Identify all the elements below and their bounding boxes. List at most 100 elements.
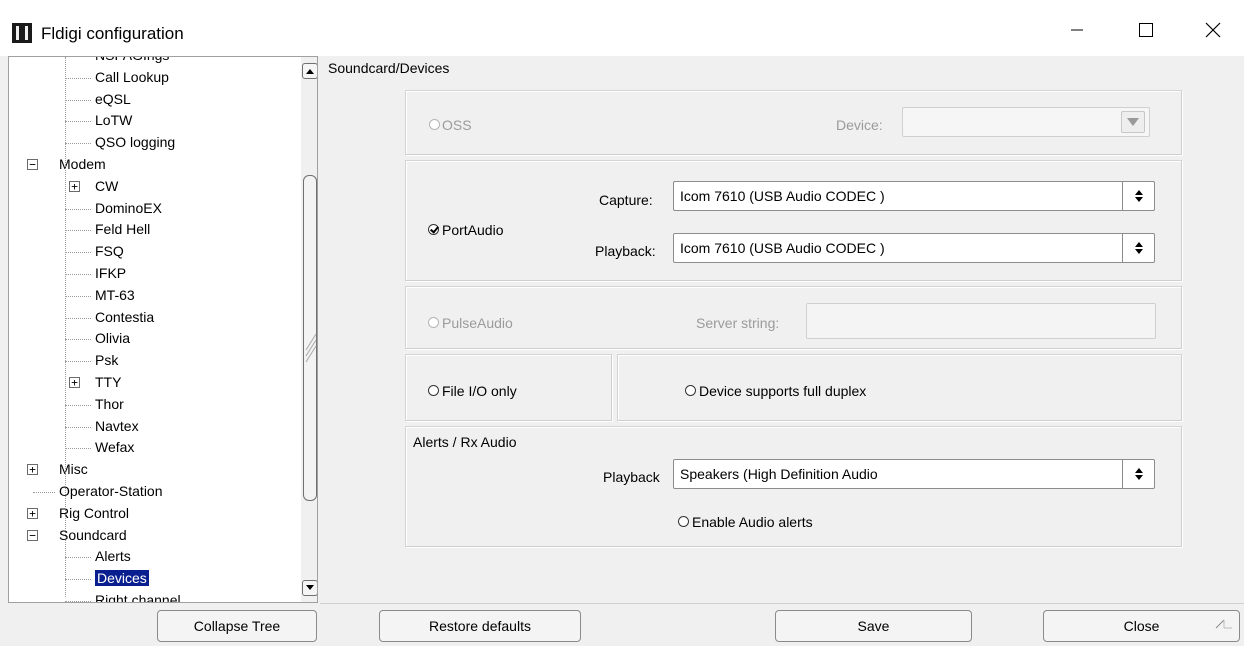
file-io-checkbox[interactable] <box>428 385 439 396</box>
tree-item-label: IFKP <box>95 265 127 281</box>
tree-item[interactable]: TTY <box>95 373 121 391</box>
tree-item[interactable]: Modem <box>59 155 106 173</box>
tree-guide-line <box>33 492 55 493</box>
tree-scrollbar[interactable] <box>301 57 317 602</box>
full-duplex-checkbox[interactable] <box>685 385 696 396</box>
tree-guide-line <box>65 56 91 57</box>
tree-item-label: QSO logging <box>95 134 176 151</box>
tree-item[interactable]: eQSL <box>95 90 131 108</box>
tree-item-label: MT-63 <box>95 286 135 303</box>
tree-item[interactable]: Navtex <box>95 417 139 435</box>
dropdown-arrow-icon <box>1127 118 1139 126</box>
tree-guide-line <box>65 230 91 232</box>
enable-audio-alerts-label: Enable Audio alerts <box>692 514 813 530</box>
config-tree[interactable]: NSPAGIngs Call Lookup eQSL LoTW QSO logging M… <box>8 56 318 603</box>
updown-arrows-icon <box>1134 190 1143 202</box>
tree-guide-line <box>65 339 91 341</box>
scroll-up-button[interactable] <box>302 63 317 79</box>
tree-item[interactable]: FSQ <box>95 242 124 260</box>
tree-item[interactable]: Soundcard <box>59 526 127 544</box>
expand-icon[interactable]: + <box>69 180 80 192</box>
alerts-group: Alerts / Rx Audio Playback Speakers (Hig… <box>405 426 1183 548</box>
tree-item-label: Soundcard <box>59 526 127 543</box>
maximize-button[interactable] <box>1123 12 1169 48</box>
tree-item[interactable]: Operator-Station <box>59 482 163 500</box>
tree-item-label: eQSL <box>95 90 131 107</box>
tree-item[interactable]: Right channel <box>95 591 181 602</box>
close-icon <box>1205 22 1221 38</box>
oss-group: OSS Device: <box>405 90 1183 156</box>
collapse-icon[interactable]: − <box>27 529 38 541</box>
tree-item[interactable]: Devices <box>94 569 150 588</box>
tree-item[interactable]: NSPAGIngs <box>95 57 169 64</box>
minimize-button[interactable] <box>1054 12 1100 48</box>
tree-item[interactable]: Olivia <box>95 329 130 347</box>
capture-device-select[interactable]: Icom 7610 (USB Audio CODEC ) <box>673 181 1155 211</box>
close-button[interactable]: Close <box>1043 610 1240 642</box>
expand-icon[interactable]: + <box>27 507 38 519</box>
tree-item[interactable]: Alerts <box>95 547 131 565</box>
expand-icon[interactable]: + <box>69 377 80 388</box>
alerts-playback-value: Speakers (High Definition Audio <box>680 466 878 482</box>
portaudio-checkbox[interactable] <box>428 224 439 235</box>
close-window-button[interactable] <box>1190 12 1236 48</box>
pulseaudio-checkbox[interactable] <box>428 317 439 328</box>
playback-device-value: Icom 7610 (USB Audio CODEC ) <box>680 240 885 256</box>
tree-item[interactable]: Call Lookup <box>95 68 169 86</box>
tree-item-label: Feld Hell <box>95 221 151 238</box>
playback-label: Playback: <box>595 243 656 259</box>
full-duplex-label: Device supports full duplex <box>699 383 867 399</box>
file-io-group: File I/O only <box>405 354 613 422</box>
server-string-label: Server string: <box>696 315 780 331</box>
pulseaudio-group: PulseAudio Server string: <box>405 286 1183 350</box>
tree-item[interactable]: Psk <box>95 351 118 369</box>
oss-checkbox[interactable] <box>429 119 440 130</box>
tree-item[interactable]: MT-63 <box>95 286 135 304</box>
tree-item[interactable]: Wefax <box>95 438 134 456</box>
tree-guide-line <box>65 557 91 559</box>
tree-item-label: Operator-Station <box>59 483 163 499</box>
alerts-playback-select[interactable]: Speakers (High Definition Audio <box>673 459 1155 489</box>
tree-item[interactable]: DominoEX <box>95 199 162 217</box>
server-string-input[interactable] <box>806 303 1156 339</box>
tree-item[interactable]: Feld Hell <box>95 220 150 238</box>
file-io-label: File I/O only <box>442 383 517 399</box>
tree-guide-line <box>65 361 91 363</box>
alerts-playback-label: Playback <box>603 469 660 485</box>
tree-item-label: Devices <box>94 569 150 588</box>
capture-device-value: Icom 7610 (USB Audio CODEC ) <box>680 188 885 204</box>
resize-grip-icon[interactable] <box>1212 616 1234 638</box>
tree-item-label: Misc <box>59 461 88 478</box>
playback-device-select[interactable]: Icom 7610 (USB Audio CODEC ) <box>673 233 1155 263</box>
tree-guide-line <box>65 426 91 428</box>
section-title: Soundcard/Devices <box>328 60 450 76</box>
tree-item[interactable]: IFKP <box>95 264 126 282</box>
collapse-tree-button[interactable]: Collapse Tree <box>157 610 317 642</box>
tree-guide-line <box>65 601 91 602</box>
tree-item[interactable]: Rig Control <box>59 504 129 522</box>
chevron-up-icon <box>306 69 314 74</box>
tree-item[interactable]: Misc <box>59 460 88 478</box>
restore-defaults-button[interactable]: Restore defaults <box>379 610 581 642</box>
updown-arrows-icon <box>1134 242 1143 254</box>
collapse-icon[interactable]: − <box>27 159 38 170</box>
tree-item-label: Contestia <box>95 308 155 325</box>
save-button[interactable]: Save <box>775 610 972 642</box>
enable-audio-alerts-checkbox[interactable] <box>678 516 689 527</box>
tree-guide-line <box>65 317 91 319</box>
scroll-down-button[interactable] <box>302 580 317 596</box>
tree-item-label: FSQ <box>95 243 124 260</box>
tree-item[interactable]: LoTW <box>95 111 132 129</box>
tree-item-label: TTY <box>95 374 122 390</box>
tree-guide-line <box>65 274 91 275</box>
grip-icon <box>305 333 317 363</box>
tree-item[interactable]: Contestia <box>95 308 154 326</box>
tree-item[interactable]: Thor <box>95 395 124 413</box>
expand-icon[interactable]: + <box>27 464 38 476</box>
tree-item-label: Wefax <box>95 439 135 456</box>
scroll-thumb[interactable] <box>303 175 317 501</box>
tree-item-label: NSPAGIngs <box>95 57 169 63</box>
oss-device-select[interactable] <box>902 107 1150 137</box>
tree-item[interactable]: QSO logging <box>95 133 175 151</box>
tree-item[interactable]: CW <box>95 177 118 195</box>
